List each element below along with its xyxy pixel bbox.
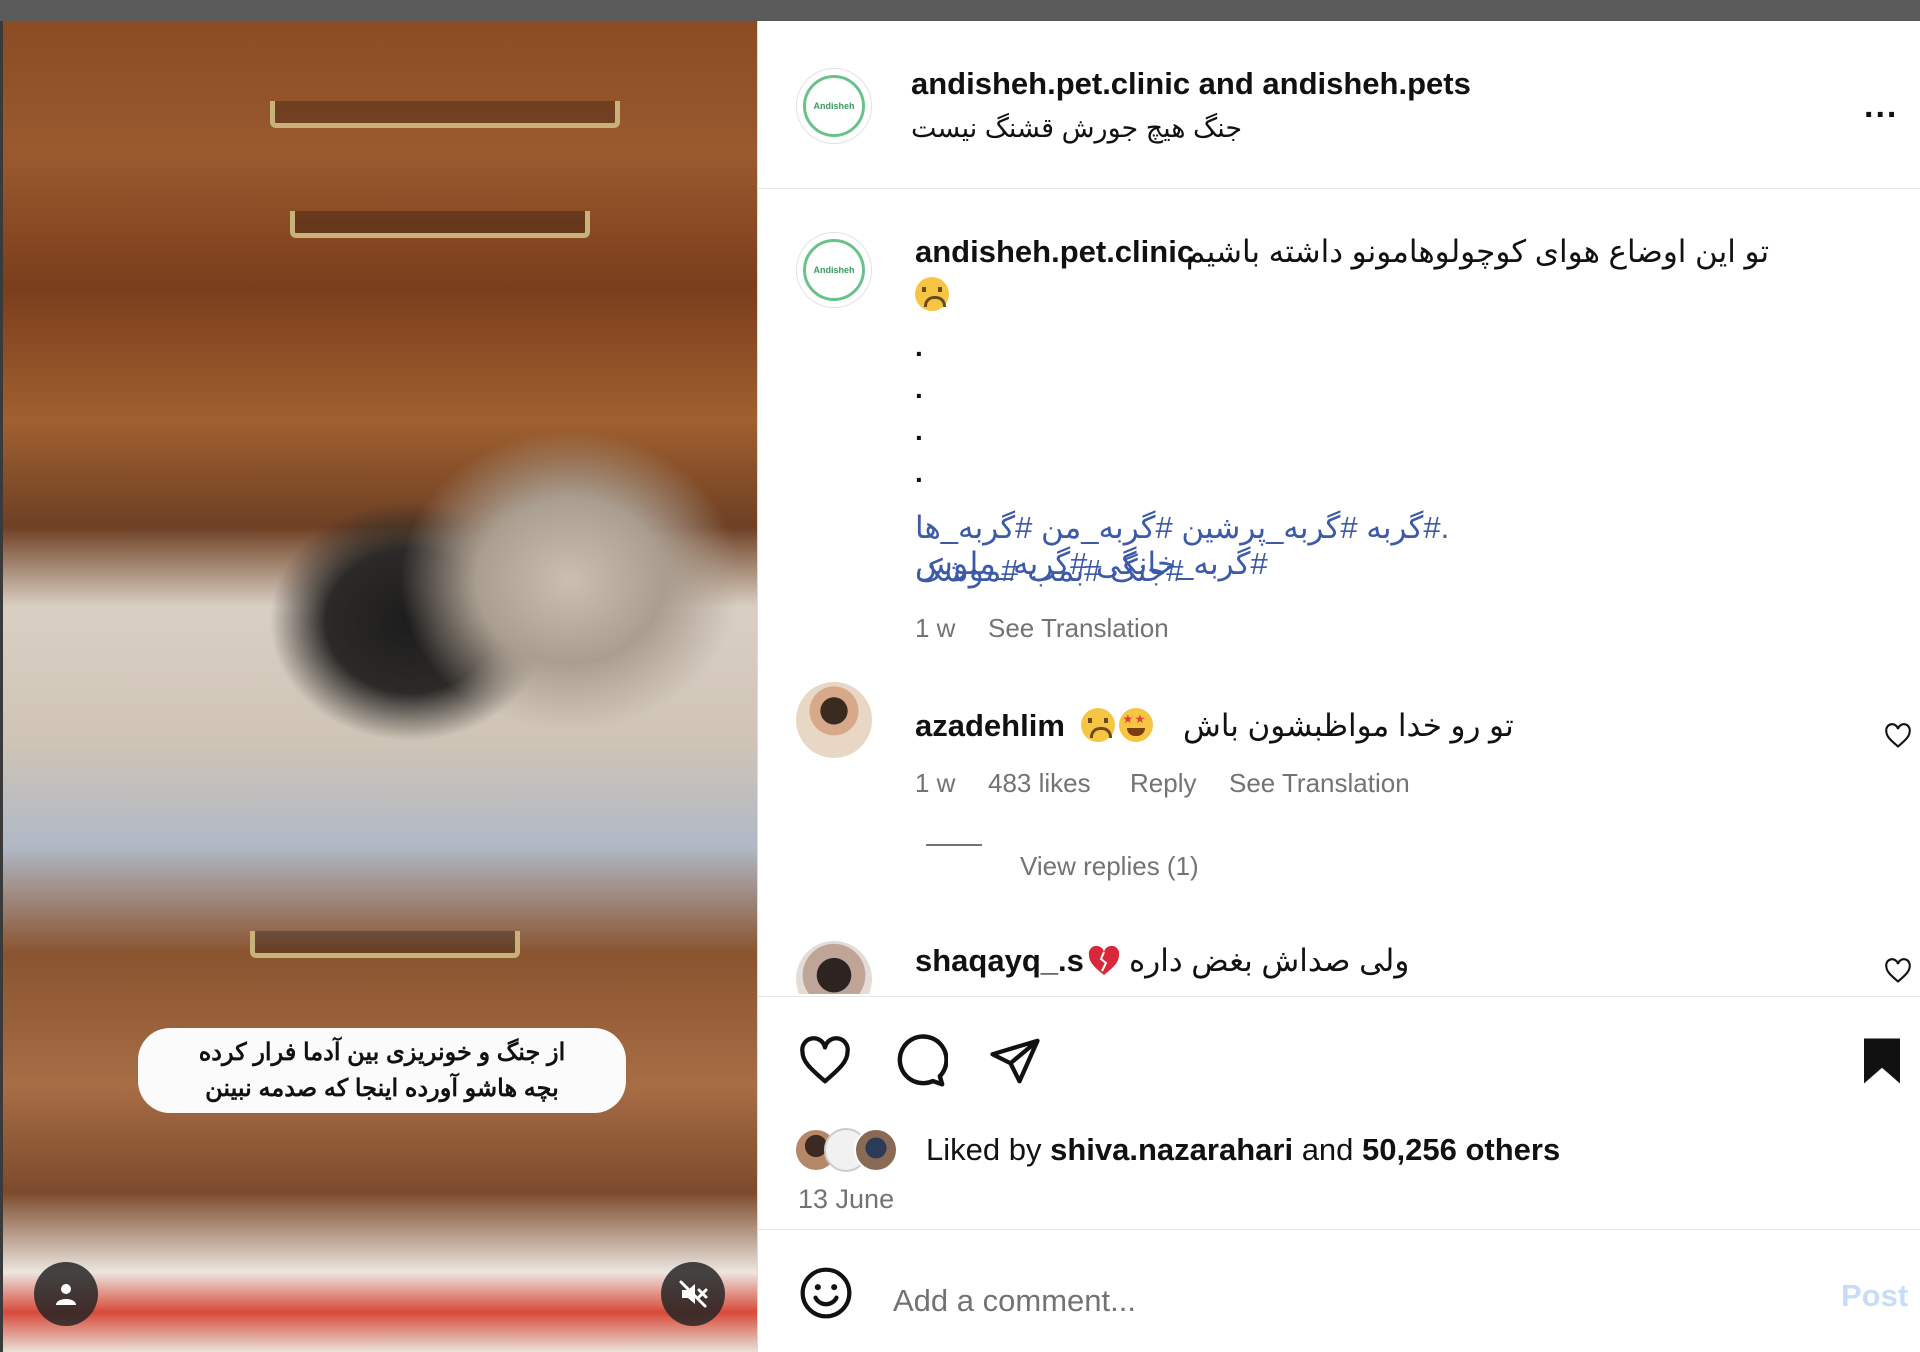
comment-clip: shaqayq_.s ولی صداش بغض داره (758, 921, 1920, 994)
caption-see-translation[interactable]: See Translation (988, 613, 1169, 644)
hashtags-line-2[interactable]: #جنگ #بمب #موشک (915, 553, 1595, 589)
caption-author-avatar[interactable]: Andisheh (796, 232, 872, 308)
person-icon (56, 1284, 76, 1305)
view-replies-button[interactable]: View replies (1) (1020, 851, 1199, 882)
caption-username[interactable]: andisheh.pet.clinic (915, 234, 1194, 270)
liker-avatar (854, 1128, 898, 1172)
liked-by-prefix: Liked by (926, 1132, 1042, 1167)
comment-likes[interactable]: 483 likes (988, 768, 1091, 799)
header-divider (758, 188, 1920, 189)
post-comment-button[interactable]: Post (1841, 1278, 1908, 1314)
drawer-handle (270, 101, 620, 128)
send-icon[interactable] (987, 1034, 1043, 1088)
liked-by-user[interactable]: shiva.nazarahari (1050, 1132, 1293, 1167)
post-authors[interactable]: andisheh.pet.clinic and andisheh.pets (911, 66, 1471, 102)
broken-heart-emoji (1087, 945, 1121, 982)
drawer-handle (250, 931, 520, 958)
post-subtitle: جنگ هیچ جورش قشنگ نیست (911, 113, 1243, 143)
caption-dot: . (915, 373, 923, 404)
window-top-bar (0, 0, 1920, 21)
post-date: 13 June (798, 1184, 895, 1214)
comment-emojis (1081, 708, 1154, 742)
clinic-logo: Andisheh (803, 239, 865, 301)
post-details-panel: Andisheh andisheh.pet.clinic and andishe… (758, 21, 1920, 1352)
video-caption-overlay: از جنگ و خونریزی بین آدما فرار کرده بچه … (138, 1028, 626, 1113)
comment-text: تو رو خدا مواظبشون باش (1183, 708, 1514, 743)
caption-text: تو این اوضاع هوای کوچولوهامونو داشته باش… (1186, 234, 1770, 269)
clinic-logo: Andisheh (803, 75, 865, 137)
caption-dot: . (915, 331, 923, 362)
comment-time: 1 w (915, 768, 956, 798)
comment-like-heart-icon[interactable] (1884, 957, 1912, 985)
caption-dot: . (915, 457, 923, 488)
star-eyes-emoji (1119, 708, 1154, 742)
comment-icon[interactable] (892, 1033, 948, 1089)
heart-icon[interactable] (796, 1034, 854, 1088)
overlay-line-1: از جنگ و خونریزی بین آدما فرار کرده (198, 1038, 566, 1066)
bookmark-icon[interactable] (1858, 1034, 1906, 1088)
author-avatar[interactable]: Andisheh (796, 68, 872, 144)
user-tag-button[interactable] (34, 1262, 98, 1326)
comment-username[interactable]: azadehlim (915, 708, 1065, 744)
comment-username[interactable]: shaqayq_.s (915, 943, 1084, 979)
muted-speaker-icon (679, 1280, 708, 1308)
smiley-icon[interactable] (798, 1265, 854, 1321)
mute-toggle-button[interactable] (661, 1262, 725, 1326)
more-options-icon[interactable]: ... (1864, 87, 1898, 126)
liked-by-text: Liked by shiva.nazarahari and 50,256 oth… (926, 1132, 1560, 1168)
drawer-handle (290, 211, 590, 238)
comments-divider (758, 996, 1920, 997)
comment-reply-button[interactable]: Reply (1130, 768, 1196, 799)
sad-face-emoji (915, 277, 949, 311)
caption-time: 1 w (915, 613, 956, 643)
sad-face-emoji (1081, 708, 1115, 742)
comment-see-translation[interactable]: See Translation (1229, 768, 1410, 799)
replies-line (926, 844, 982, 846)
caption-emoji (915, 277, 949, 311)
caption-dot: . (915, 415, 923, 446)
add-comment-divider (758, 1229, 1920, 1230)
liked-by-others[interactable]: 50,256 others (1362, 1132, 1560, 1167)
post-video[interactable]: از جنگ و خونریزی بین آدما فرار کرده بچه … (0, 21, 757, 1352)
comment-text: ولی صداش بغض داره (1129, 943, 1410, 978)
comment-like-heart-icon[interactable] (1884, 722, 1912, 750)
overlay-line-2: بچه هاشو آورده اینجا که صدمه نبینن (205, 1074, 559, 1102)
add-comment-input[interactable] (891, 1277, 1775, 1325)
commenter-avatar[interactable] (796, 941, 872, 994)
liked-by-and: and (1301, 1132, 1354, 1167)
commenter-avatar[interactable] (796, 682, 872, 758)
